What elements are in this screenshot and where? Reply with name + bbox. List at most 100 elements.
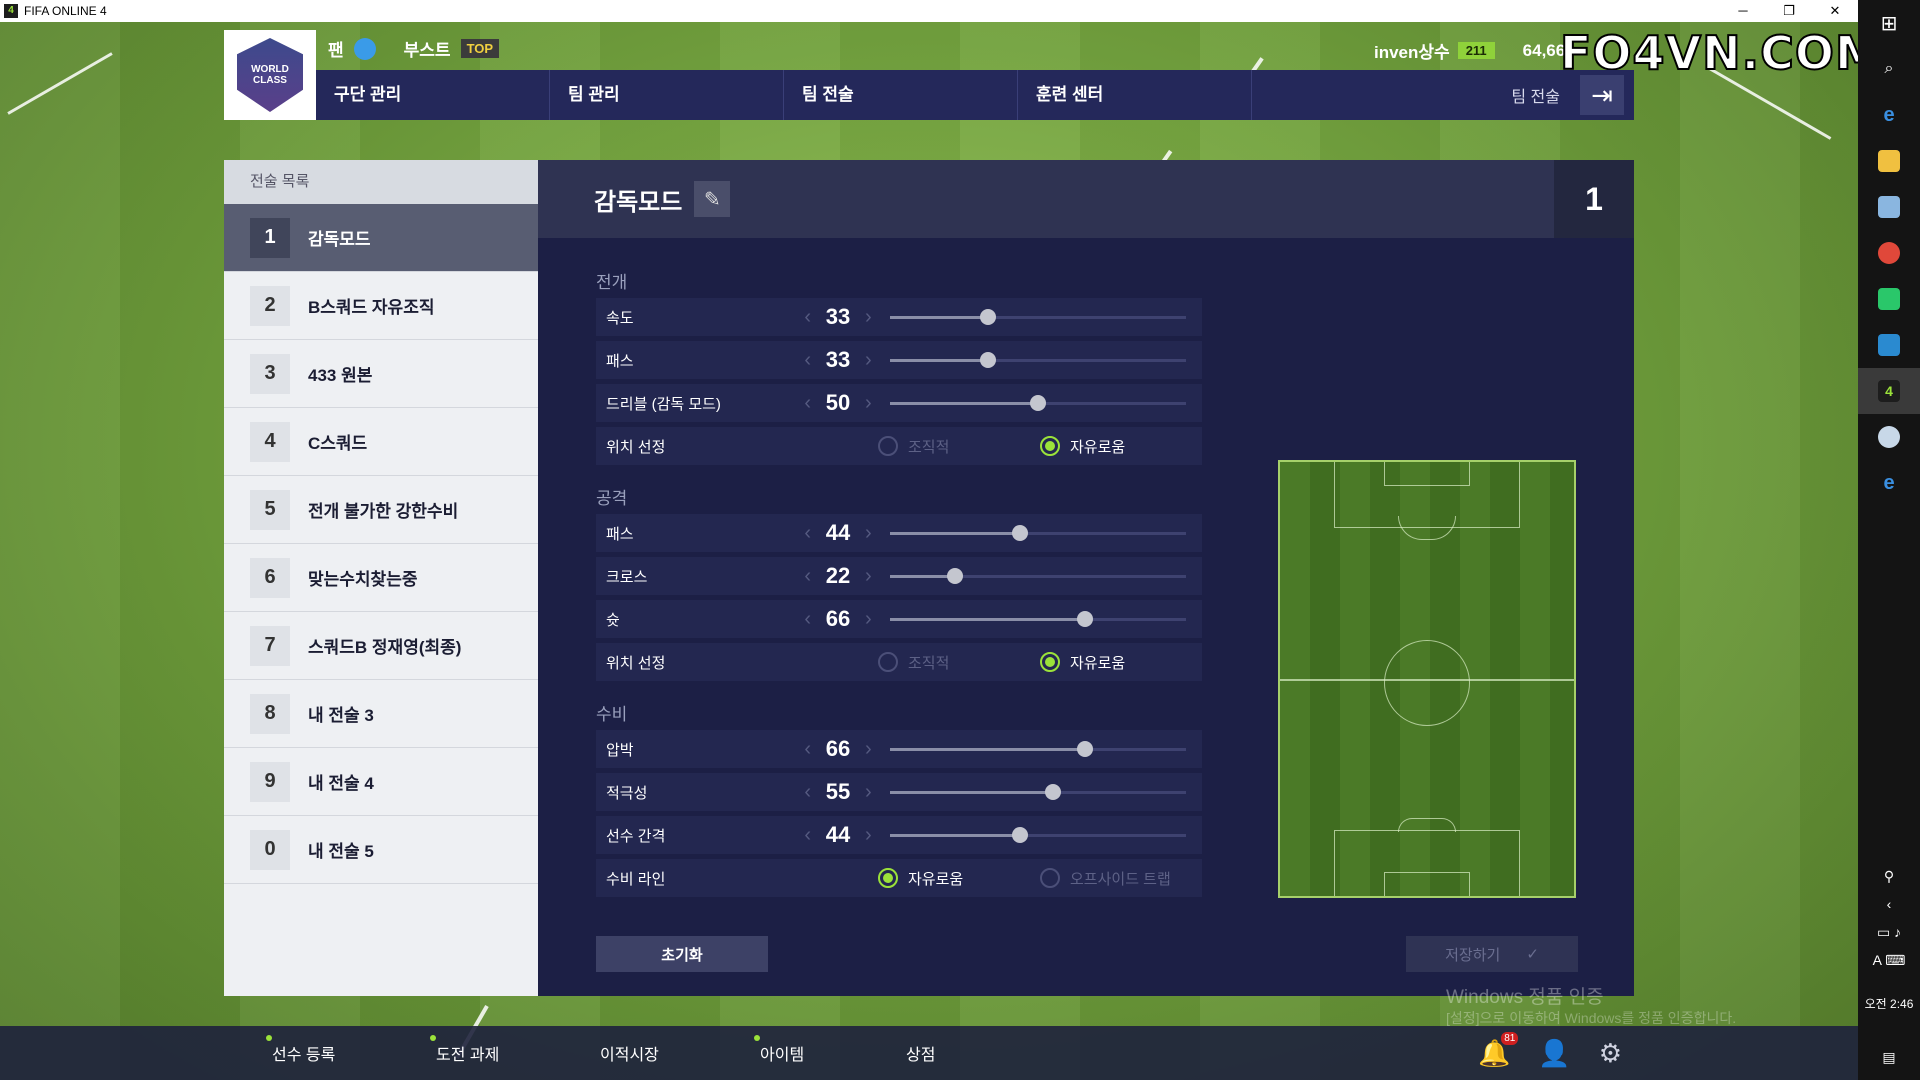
minimize-button[interactable]: ─ bbox=[1720, 0, 1766, 22]
tactic-item-0[interactable]: 0 내 전술 5 bbox=[224, 816, 538, 884]
value-slider[interactable] bbox=[890, 309, 1186, 325]
menu-shop[interactable]: 상점 bbox=[906, 1041, 935, 1065]
slider-knob[interactable] bbox=[947, 568, 964, 584]
slider-knob[interactable] bbox=[1012, 827, 1029, 843]
media-app-icon[interactable] bbox=[1858, 322, 1920, 368]
tactic-label: 맞는수치찾는중 bbox=[308, 570, 418, 589]
search-icon[interactable]: ⌕ bbox=[1858, 46, 1920, 92]
menu-player-registration[interactable]: 선수 등록 bbox=[266, 1035, 335, 1065]
fan-globe-icon[interactable] bbox=[353, 37, 376, 60]
slider-knob[interactable] bbox=[1077, 741, 1094, 757]
radio-organised[interactable]: 조직적 bbox=[878, 652, 949, 673]
radio-free-form[interactable]: 자유로움 bbox=[1040, 436, 1125, 457]
decrease-arrow-icon[interactable]: ‹ bbox=[804, 608, 811, 631]
value-slider[interactable] bbox=[890, 741, 1186, 757]
window-titlebar: 4 FIFA ONLINE 4 ─ ❐ ✕ bbox=[0, 0, 1858, 22]
close-button[interactable]: ✕ bbox=[1812, 0, 1858, 22]
notification-bell-icon[interactable]: 🔔 81 bbox=[1478, 1031, 1519, 1069]
radio-offside-trap[interactable]: 오프사이드 트랩 bbox=[1040, 868, 1171, 889]
row-value: 44 bbox=[825, 822, 851, 847]
decrease-arrow-icon[interactable]: ‹ bbox=[804, 738, 811, 761]
tactic-item-4[interactable]: 4 C스쿼드 bbox=[224, 408, 538, 476]
tactic-item-6[interactable]: 6 맞는수치찾는중 bbox=[224, 544, 538, 612]
slider-knob[interactable] bbox=[1012, 525, 1029, 541]
settings-gear-icon[interactable]: ⚙ bbox=[1599, 1038, 1622, 1069]
new-dot bbox=[266, 1035, 272, 1041]
value-slider[interactable] bbox=[890, 352, 1186, 368]
nav-team-tactics[interactable]: 팀 전술 bbox=[784, 70, 1018, 120]
nav-club-management[interactable]: 구단 관리 bbox=[316, 70, 550, 120]
tactic-item-7[interactable]: 7 스쿼드B 정재영(최종) bbox=[224, 612, 538, 680]
edge-icon[interactable]: e bbox=[1858, 92, 1920, 138]
value-slider[interactable] bbox=[890, 568, 1186, 584]
club-logo[interactable]: WORLD CLASS bbox=[224, 30, 316, 120]
increase-arrow-icon[interactable]: › bbox=[865, 738, 872, 761]
radio-organised[interactable]: 조직적 bbox=[878, 436, 949, 457]
app-icon-notes[interactable] bbox=[1858, 184, 1920, 230]
tactic-item-2[interactable]: 2 B스쿼드 자유조직 bbox=[224, 272, 538, 340]
menu-challenges[interactable]: 도전 과제 bbox=[430, 1035, 499, 1065]
profile-icon[interactable]: 👤 bbox=[1538, 1038, 1570, 1069]
slider-knob[interactable] bbox=[1044, 784, 1061, 800]
decrease-arrow-icon[interactable]: ‹ bbox=[804, 522, 811, 545]
people-icon[interactable]: ⚲ bbox=[1858, 862, 1920, 890]
ime-indicator[interactable]: A ⌨ bbox=[1858, 946, 1920, 974]
increase-arrow-icon[interactable]: › bbox=[865, 608, 872, 631]
value-slider[interactable] bbox=[890, 395, 1186, 411]
chevron-left-icon[interactable]: ‹ bbox=[1858, 890, 1920, 918]
value-slider[interactable] bbox=[890, 525, 1186, 541]
increase-arrow-icon[interactable]: › bbox=[865, 781, 872, 804]
menu-items[interactable]: 아이템 bbox=[754, 1035, 804, 1065]
tactic-item-5[interactable]: 5 전개 불가한 강한수비 bbox=[224, 476, 538, 544]
network-volume-icon[interactable]: ▭ ♪ bbox=[1858, 918, 1920, 946]
increase-arrow-icon[interactable]: › bbox=[865, 824, 872, 847]
tactic-number: 6 bbox=[250, 557, 290, 598]
value-slider[interactable] bbox=[890, 784, 1186, 800]
clock[interactable]: 오전 2:46 bbox=[1865, 974, 1914, 1034]
decrease-arrow-icon[interactable]: ‹ bbox=[804, 392, 811, 415]
edit-name-icon[interactable]: ✎ bbox=[694, 181, 731, 217]
increase-arrow-icon[interactable]: › bbox=[865, 306, 872, 329]
increase-arrow-icon[interactable]: › bbox=[865, 392, 872, 415]
increase-arrow-icon[interactable]: › bbox=[865, 522, 872, 545]
row-label: 수비 라인 bbox=[606, 870, 666, 888]
slider-knob[interactable] bbox=[1077, 611, 1094, 627]
tactic-item-3[interactable]: 3 433 원본 bbox=[224, 340, 538, 408]
tactic-item-9[interactable]: 9 내 전술 4 bbox=[224, 748, 538, 816]
decrease-arrow-icon[interactable]: ‹ bbox=[804, 349, 811, 372]
decrease-arrow-icon[interactable]: ‹ bbox=[804, 781, 811, 804]
fifa-online-taskbar-icon[interactable]: 4 bbox=[1858, 368, 1920, 414]
exit-icon[interactable]: ⇥ bbox=[1580, 75, 1624, 115]
tactic-item-1[interactable]: 1 감독모드 bbox=[224, 204, 538, 272]
increase-arrow-icon[interactable]: › bbox=[865, 565, 872, 588]
value-slider[interactable] bbox=[890, 827, 1186, 843]
reset-button[interactable]: 초기화 bbox=[596, 936, 768, 972]
windows-activation-subtext: [설정]으로 이동하여 Windows를 정품 인증합니다. bbox=[1446, 1010, 1737, 1026]
menu-transfer-market[interactable]: 이적시장 bbox=[600, 1041, 659, 1065]
row-label: 위치 선정 bbox=[606, 438, 666, 456]
boost-label[interactable]: 부스트 bbox=[404, 36, 451, 61]
build-positioning-row: 위치 선정 조직적 자유로움 bbox=[596, 427, 1202, 465]
slider-knob[interactable] bbox=[1030, 395, 1046, 411]
action-center-icon[interactable]: ▤ bbox=[1858, 1034, 1920, 1080]
slider-knob[interactable] bbox=[979, 352, 996, 368]
nav-training-center[interactable]: 훈련 센터 bbox=[1018, 70, 1252, 120]
decrease-arrow-icon[interactable]: ‹ bbox=[804, 824, 811, 847]
value-slider[interactable] bbox=[890, 611, 1186, 627]
file-explorer-icon[interactable] bbox=[1858, 138, 1920, 184]
radio-free-form[interactable]: 자유로움 bbox=[1040, 652, 1125, 673]
decrease-arrow-icon[interactable]: ‹ bbox=[804, 565, 811, 588]
windows-start-icon[interactable]: ⊞ bbox=[1858, 0, 1920, 46]
restore-button[interactable]: ❐ bbox=[1766, 0, 1812, 22]
radio-free-form[interactable]: 자유로움 bbox=[878, 868, 963, 889]
chrome-icon[interactable] bbox=[1858, 230, 1920, 276]
nav-team-management[interactable]: 팀 관리 bbox=[550, 70, 784, 120]
slider-knob[interactable] bbox=[979, 309, 996, 325]
internet-explorer-icon[interactable]: e bbox=[1858, 460, 1920, 506]
increase-arrow-icon[interactable]: › bbox=[865, 349, 872, 372]
tactic-item-8[interactable]: 8 내 전술 3 bbox=[224, 680, 538, 748]
decrease-arrow-icon[interactable]: ‹ bbox=[804, 306, 811, 329]
save-button[interactable]: 저장하기 ✓ bbox=[1406, 936, 1578, 972]
line-app-icon[interactable] bbox=[1858, 276, 1920, 322]
app-icon-bird[interactable] bbox=[1858, 414, 1920, 460]
